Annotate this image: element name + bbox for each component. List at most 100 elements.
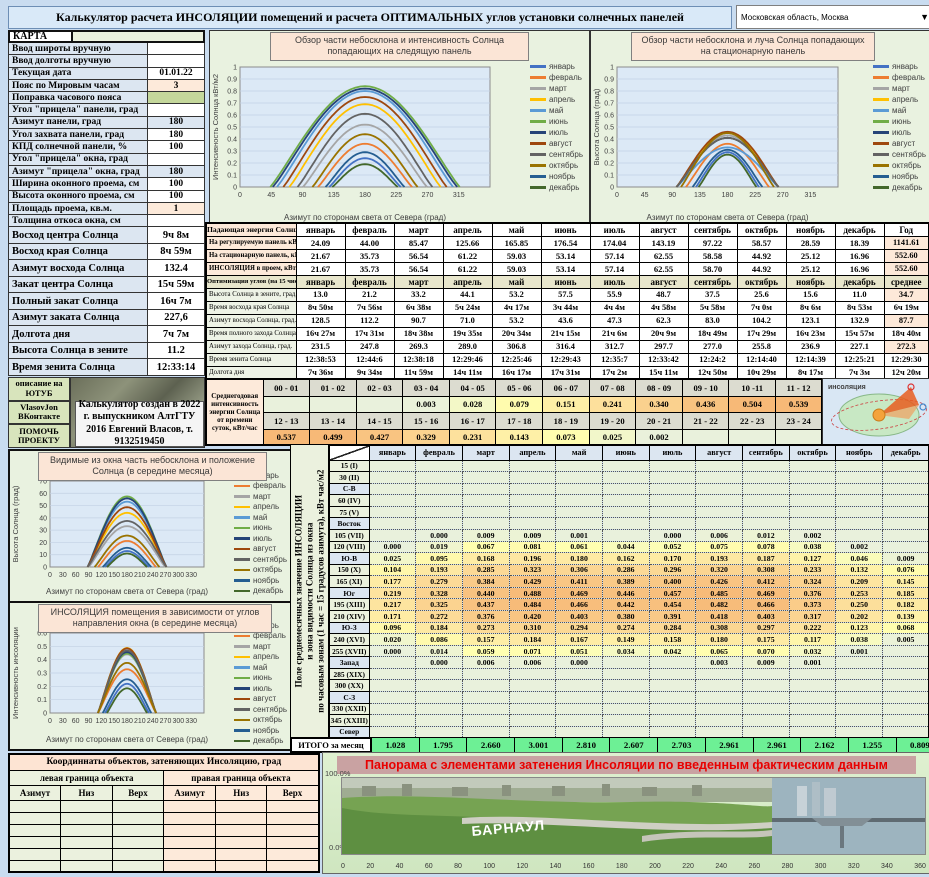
shading-input-cell[interactable] [164, 824, 216, 836]
left-row-input[interactable]: 1 [148, 203, 205, 215]
svg-text:60: 60 [39, 491, 47, 498]
matrix-cell [369, 460, 416, 472]
shading-input-cell[interactable] [215, 848, 267, 860]
opt-cell: 47.3 [590, 314, 639, 327]
matrix-row-label: 75 (V) [329, 506, 369, 518]
left-panel: КАРТА Ввод широты вручную Ввод долготы в… [8, 30, 205, 448]
legend-item: ноябрь [873, 172, 926, 182]
shading-input-cell[interactable] [164, 836, 216, 848]
left-row-input[interactable]: 3 [148, 80, 205, 92]
matrix-total-cell: 3.001 [515, 737, 563, 753]
svg-text:45: 45 [267, 192, 275, 199]
help-button[interactable]: ПОМОЧЬ ПРОЕКТУ [8, 424, 70, 448]
shading-input-cell[interactable] [61, 836, 113, 848]
left-row-input[interactable] [148, 92, 205, 104]
legend-item: октябрь [873, 161, 926, 171]
shading-input-cell[interactable] [267, 848, 319, 860]
shading-input-cell[interactable] [164, 812, 216, 824]
matrix-cell: 0.065 [696, 645, 743, 657]
matrix-row-label: 285 (XIX) [329, 668, 369, 680]
vk-button[interactable]: VlasovJon ВКонтакте [8, 401, 70, 425]
left-row-input[interactable]: 180 [148, 129, 205, 141]
left-row-input[interactable]: 01.01.22 [148, 68, 205, 80]
map-area[interactable] [73, 30, 205, 43]
shading-input-cell[interactable] [112, 836, 164, 848]
opt-cell: 4ч 4м [590, 301, 639, 314]
matrix-cell: 0.376 [789, 587, 836, 599]
matrix-cell [649, 483, 696, 495]
year-header: Год [884, 223, 929, 236]
svg-text:0: 0 [238, 192, 242, 199]
hour-value: 0.003 [403, 396, 450, 412]
youtube-button[interactable]: описание на ЮТУБ [8, 377, 70, 401]
svg-text:90: 90 [85, 572, 93, 579]
legend-line-swatch [873, 87, 889, 90]
left-row-input[interactable] [148, 215, 205, 227]
svg-text:0.9: 0.9 [227, 77, 237, 84]
shading-input-cell[interactable] [9, 800, 61, 812]
matrix-cell [649, 668, 696, 680]
map-button[interactable]: КАРТА [8, 30, 73, 43]
legend-month-label: апрель [549, 95, 575, 104]
legend-month-label: июнь [549, 117, 568, 126]
shading-input-cell[interactable] [61, 824, 113, 836]
left-row-input[interactable]: 100 [148, 178, 205, 190]
region-dropdown[interactable]: Московская область, Москва ▼ [736, 5, 929, 29]
shading-input-cell[interactable] [112, 848, 164, 860]
left-row-input[interactable] [148, 154, 205, 166]
shading-input-cell[interactable] [215, 836, 267, 848]
shading-input-cell[interactable] [61, 812, 113, 824]
svg-text:225: 225 [390, 192, 402, 199]
shading-input-cell[interactable] [61, 860, 113, 872]
opt-cell: 269.3 [394, 340, 443, 353]
matrix-cell [602, 495, 649, 507]
shading-input-cell[interactable] [61, 848, 113, 860]
hour-slot-header: 17 - 18 [496, 412, 543, 429]
left-row-input[interactable]: 100 [148, 141, 205, 153]
matrix-cell: 0.127 [789, 553, 836, 565]
shading-input-cell[interactable] [215, 812, 267, 824]
shading-input-cell[interactable] [9, 860, 61, 872]
matrix-cell [556, 668, 603, 680]
shading-input-cell[interactable] [9, 836, 61, 848]
left-row-input[interactable]: 100 [148, 191, 205, 203]
shading-input-cell[interactable] [267, 860, 319, 872]
left-row-value: 12:33:14 [148, 359, 205, 376]
shading-input-cell[interactable] [164, 848, 216, 860]
left-row-input[interactable] [148, 43, 205, 55]
svg-text:270: 270 [160, 572, 172, 579]
shading-input-cell[interactable] [267, 836, 319, 848]
matrix-cell [696, 460, 743, 472]
shading-input-cell[interactable] [164, 860, 216, 872]
matrix-cell [743, 703, 790, 715]
energy-cell: 56.54 [394, 249, 443, 262]
shading-input-cell[interactable] [267, 800, 319, 812]
legend-month-label: май [892, 106, 906, 115]
shading-input-cell[interactable] [9, 824, 61, 836]
shading-input-cell[interactable] [112, 860, 164, 872]
shading-input-cell[interactable] [267, 824, 319, 836]
left-row-input[interactable]: 180 [148, 166, 205, 178]
left-row-input[interactable]: 180 [148, 117, 205, 129]
left-row-input[interactable] [148, 104, 205, 116]
matrix-cell [416, 506, 463, 518]
shading-input-cell[interactable] [215, 800, 267, 812]
matrix-cell: 0.132 [836, 564, 883, 576]
shading-input-cell[interactable] [9, 848, 61, 860]
shading-input-cell[interactable] [9, 812, 61, 824]
credit-text: Калькулятор создан в 2022 г. выпускником… [75, 401, 204, 447]
shading-input-cell[interactable] [112, 824, 164, 836]
shading-input-cell[interactable] [112, 800, 164, 812]
shading-input-cell[interactable] [164, 800, 216, 812]
legend-month-label: октябрь [253, 565, 282, 574]
shading-input-cell[interactable] [215, 824, 267, 836]
shading-input-cell[interactable] [61, 800, 113, 812]
left-row-input[interactable] [148, 55, 205, 67]
shading-input-cell[interactable] [267, 812, 319, 824]
shading-input-cell[interactable] [112, 812, 164, 824]
left-row-label: КПД солнечной панели, % [8, 141, 148, 153]
shading-input-cell[interactable] [215, 860, 267, 872]
matrix-cell: 0.310 [509, 622, 556, 634]
matrix-cell [743, 668, 790, 680]
hour-slot-header: 14 - 15 [356, 412, 403, 429]
